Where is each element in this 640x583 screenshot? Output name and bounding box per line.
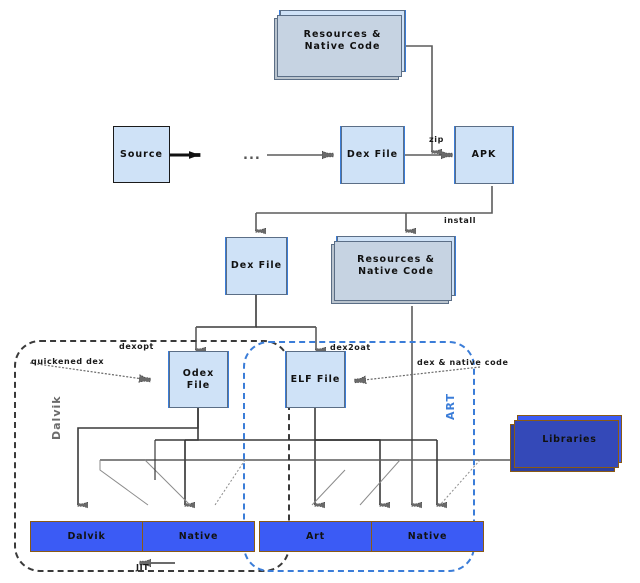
- node-label-line2: Native Code: [304, 41, 381, 52]
- node-label: Native: [407, 531, 448, 542]
- node-label: Source: [120, 148, 163, 160]
- node-runtime-dalvik[interactable]: Dalvik: [30, 521, 143, 552]
- node-label-line1: Odex: [182, 367, 215, 379]
- region-art-label: ART: [444, 393, 457, 420]
- node-label: Resources & Native Code: [304, 29, 382, 53]
- node-runtime-native-left[interactable]: Native: [142, 521, 255, 552]
- node-label: Dex File: [230, 260, 283, 272]
- node-label: Dalvik: [67, 531, 106, 542]
- node-dex-file-top[interactable]: Dex File: [341, 126, 404, 184]
- node-label: Libraries: [542, 433, 597, 445]
- node-runtime-native-right[interactable]: Native: [371, 521, 484, 552]
- node-elf-file[interactable]: ELF File: [286, 351, 345, 408]
- node-odex-file[interactable]: Odex File: [169, 351, 228, 408]
- node-label: APK: [471, 149, 497, 161]
- node-resources-native-code-mid[interactable]: Resources & Native Code: [331, 236, 455, 304]
- node-label-line1: Resources &: [303, 29, 382, 41]
- node-label: Native: [178, 531, 219, 542]
- edge-label-install: install: [444, 216, 477, 225]
- node-runtime-art[interactable]: Art: [259, 521, 372, 552]
- edge-label-dexopt: dexopt: [119, 342, 154, 351]
- node-label-line1: Resources &: [357, 254, 435, 266]
- edge-label-zip: zip: [429, 135, 444, 144]
- node-dex-file-mid[interactable]: Dex File: [226, 237, 287, 295]
- edge-label-jit: JIT: [136, 563, 150, 572]
- edge-label-dex-and-native-code: dex & native code: [417, 358, 509, 367]
- diagram-canvas: Dalvik ART Resources & Native Code Sourc…: [0, 0, 640, 583]
- node-label-line2: File: [186, 379, 211, 391]
- node-label: Odex File: [183, 368, 214, 392]
- node-label: ELF File: [290, 373, 341, 385]
- node-label: Art: [306, 531, 325, 542]
- node-label-line2: Native Code: [358, 266, 434, 277]
- region-dalvik-label: Dalvik: [50, 395, 63, 440]
- ellipsis-dots: ...: [243, 148, 261, 163]
- node-resources-native-code-top[interactable]: Resources & Native Code: [274, 10, 405, 80]
- node-label: Dex File: [346, 149, 399, 161]
- edge-label-quickened-dex: quickened dex: [31, 357, 105, 366]
- node-apk[interactable]: APK: [455, 126, 513, 184]
- node-source[interactable]: Source: [113, 126, 170, 183]
- node-libraries[interactable]: Libraries: [510, 415, 622, 472]
- node-label: Resources & Native Code: [357, 254, 435, 278]
